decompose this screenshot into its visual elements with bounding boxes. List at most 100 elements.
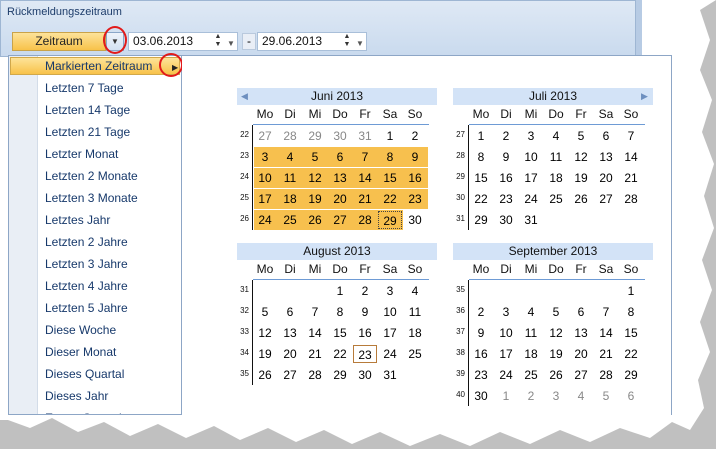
next-month-icon[interactable]: ▶ <box>641 88 648 105</box>
menu-item[interactable]: Letzten 21 Tage <box>45 125 130 139</box>
calendar-day[interactable]: 17 <box>253 190 277 208</box>
calendar-day[interactable]: 12 <box>253 324 277 342</box>
calendar-day[interactable]: 17 <box>494 345 518 363</box>
calendar-day[interactable]: 8 <box>469 148 493 166</box>
calendar-day[interactable]: 9 <box>494 148 518 166</box>
calendar-day[interactable]: 9 <box>403 148 427 166</box>
calendar-day[interactable]: 8 <box>619 303 643 321</box>
menu-item[interactable]: Dieses Jahr <box>45 389 108 403</box>
calendar-day[interactable]: 30 <box>328 127 352 145</box>
calendar-day[interactable]: 6 <box>569 303 593 321</box>
calendar-day[interactable]: 6 <box>278 303 302 321</box>
calendar-day[interactable]: 16 <box>494 169 518 187</box>
from-date-spinner[interactable]: ▲ ▼ <box>213 33 223 49</box>
calendar-day[interactable]: 28 <box>594 366 618 384</box>
calendar-day[interactable]: 26 <box>303 211 327 229</box>
calendar-day[interactable]: 11 <box>544 148 568 166</box>
calendar-day[interactable]: 29 <box>303 127 327 145</box>
calendar-day[interactable]: 26 <box>544 366 568 384</box>
calendar-day[interactable]: 24 <box>519 190 543 208</box>
menu-item[interactable]: Letzten 7 Tage <box>45 81 124 95</box>
calendar-day[interactable]: 27 <box>328 211 352 229</box>
calendar-day[interactable]: 12 <box>544 324 568 342</box>
calendar-day[interactable]: 16 <box>403 169 427 187</box>
calendar-day[interactable]: 25 <box>519 366 543 384</box>
calendar-day[interactable]: 24 <box>253 211 277 229</box>
calendar-day[interactable]: 23 <box>353 345 377 363</box>
menu-item[interactable]: Letztes Jahr <box>45 213 110 227</box>
calendar-day[interactable]: 13 <box>328 169 352 187</box>
calendar-day[interactable]: 27 <box>253 127 277 145</box>
calendar-day[interactable]: 8 <box>378 148 402 166</box>
calendar-day[interactable]: 25 <box>544 190 568 208</box>
calendar-day[interactable]: 27 <box>569 366 593 384</box>
to-date-spinner[interactable]: ▲ ▼ <box>342 33 352 49</box>
calendar-day[interactable]: 10 <box>253 169 277 187</box>
calendar-day[interactable]: 5 <box>594 387 618 405</box>
calendar-day[interactable]: 25 <box>278 211 302 229</box>
calendar-day[interactable]: 4 <box>569 387 593 405</box>
menu-item[interactable]: Letzter Monat <box>45 147 118 161</box>
calendar-day[interactable]: 18 <box>544 169 568 187</box>
calendar-day[interactable]: 31 <box>378 366 402 384</box>
calendar-day[interactable]: 17 <box>378 324 402 342</box>
calendar-day[interactable]: 21 <box>594 345 618 363</box>
calendar-day[interactable]: 31 <box>353 127 377 145</box>
calendar-day[interactable]: 18 <box>519 345 543 363</box>
calendar-day[interactable]: 29 <box>328 366 352 384</box>
menu-item-markierten-zeitraum[interactable]: Markierten Zeitraum ▶ <box>10 57 180 75</box>
calendar-day[interactable]: 7 <box>594 303 618 321</box>
calendar-day[interactable]: 24 <box>494 366 518 384</box>
calendar-day[interactable]: 10 <box>494 324 518 342</box>
calendar-day[interactable]: 2 <box>353 282 377 300</box>
calendar-day[interactable]: 23 <box>494 190 518 208</box>
calendar-day[interactable]: 28 <box>303 366 327 384</box>
calendar-day[interactable]: 31 <box>519 211 543 229</box>
calendar-day[interactable]: 27 <box>278 366 302 384</box>
calendar-day[interactable]: 15 <box>328 324 352 342</box>
calendar-day[interactable]: 12 <box>569 148 593 166</box>
calendar-day[interactable]: 29 <box>378 211 402 229</box>
calendar-day[interactable]: 20 <box>594 169 618 187</box>
calendar-day[interactable]: 2 <box>519 387 543 405</box>
calendar-day[interactable]: 22 <box>378 190 402 208</box>
calendar-day[interactable]: 30 <box>469 387 493 405</box>
calendar-day[interactable]: 7 <box>353 148 377 166</box>
menu-item[interactable]: Letzten 3 Monate <box>45 191 138 205</box>
calendar-day[interactable]: 16 <box>353 324 377 342</box>
calendar-day[interactable]: 18 <box>403 324 427 342</box>
calendar-day[interactable]: 5 <box>569 127 593 145</box>
calendar-day[interactable]: 26 <box>253 366 277 384</box>
calendar-day[interactable]: 5 <box>544 303 568 321</box>
range-button[interactable]: Zeitraum <box>12 32 106 51</box>
calendar-day[interactable]: 15 <box>378 169 402 187</box>
calendar-day[interactable]: 2 <box>494 127 518 145</box>
calendar-day[interactable]: 12 <box>303 169 327 187</box>
calendar-day[interactable]: 20 <box>569 345 593 363</box>
calendar-day[interactable]: 1 <box>378 127 402 145</box>
calendar-day[interactable]: 27 <box>594 190 618 208</box>
calendar-day[interactable]: 1 <box>494 387 518 405</box>
calendar-day[interactable]: 23 <box>469 366 493 384</box>
calendar-day[interactable]: 22 <box>328 345 352 363</box>
menu-item[interactable]: Letzten 5 Jahre <box>45 301 128 315</box>
calendar-day[interactable]: 15 <box>619 324 643 342</box>
prev-month-icon[interactable]: ◀ <box>241 88 248 105</box>
calendar-day[interactable]: 16 <box>469 345 493 363</box>
menu-item[interactable]: Letzten 4 Jahre <box>45 279 128 293</box>
calendar-day[interactable]: 5 <box>253 303 277 321</box>
calendar-day[interactable]: 11 <box>278 169 302 187</box>
calendar-day[interactable]: 20 <box>328 190 352 208</box>
calendar-day[interactable]: 7 <box>303 303 327 321</box>
calendar-day[interactable]: 19 <box>544 345 568 363</box>
calendar-day[interactable]: 29 <box>619 366 643 384</box>
menu-item[interactable]: Erstes Quartal <box>45 411 122 414</box>
calendar-day[interactable]: 3 <box>519 127 543 145</box>
calendar-day[interactable]: 26 <box>569 190 593 208</box>
from-date-dropdown-icon[interactable]: ▼ <box>227 35 235 52</box>
calendar-day[interactable]: 1 <box>469 127 493 145</box>
calendar-day[interactable]: 21 <box>619 169 643 187</box>
menu-item[interactable]: Dieser Monat <box>45 345 116 359</box>
calendar-day[interactable]: 19 <box>303 190 327 208</box>
calendar-day[interactable]: 13 <box>278 324 302 342</box>
